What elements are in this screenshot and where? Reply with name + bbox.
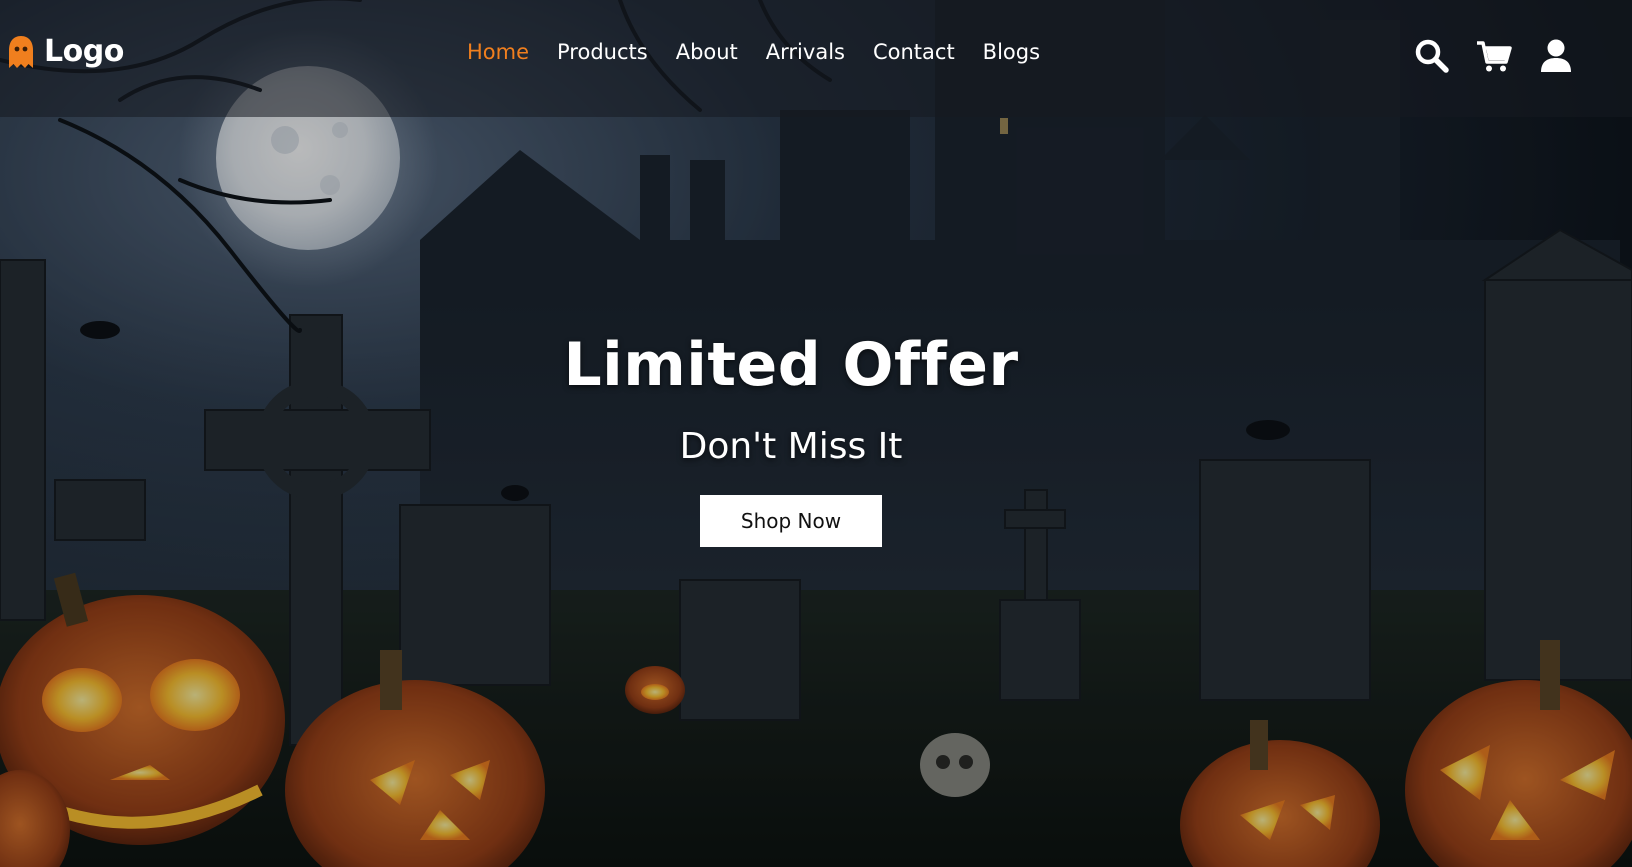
- user-icon[interactable]: [1538, 38, 1574, 74]
- hero-section: Limited Offer Don't Miss It Shop Now: [0, 330, 1582, 547]
- nav-item-blogs[interactable]: Blogs: [983, 40, 1040, 64]
- logo-text: Logo: [44, 34, 124, 69]
- hero-subtitle: Don't Miss It: [679, 426, 903, 467]
- search-icon[interactable]: [1414, 38, 1450, 74]
- nav-item-home[interactable]: Home: [467, 40, 529, 64]
- shop-now-button[interactable]: Shop Now: [700, 495, 882, 547]
- nav-item-contact[interactable]: Contact: [873, 40, 955, 64]
- cart-icon[interactable]: [1476, 38, 1512, 74]
- nav-item-about[interactable]: About: [676, 40, 738, 64]
- main-nav: Home Products About Arrivals Contact Blo…: [467, 40, 1040, 64]
- site-header: Logo Home Products About Arrivals Contac…: [0, 0, 1632, 117]
- hero-title: Limited Offer: [563, 330, 1019, 400]
- header-actions: [1414, 38, 1574, 74]
- nav-item-products[interactable]: Products: [557, 40, 648, 64]
- nav-item-arrivals[interactable]: Arrivals: [766, 40, 845, 64]
- ghost-icon: [9, 35, 33, 68]
- logo-link[interactable]: Logo: [8, 34, 124, 69]
